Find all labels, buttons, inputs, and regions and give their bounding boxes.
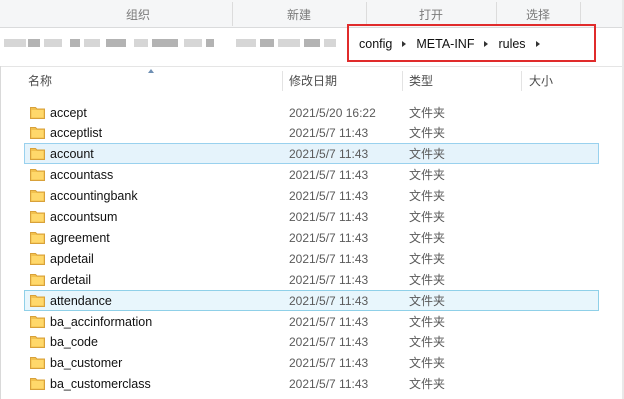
file-name: apdetail <box>50 251 94 266</box>
breadcrumb-meta-inf[interactable]: META-INF <box>412 37 478 51</box>
file-row[interactable]: agreement 2021/5/7 11:43 文件夹 <box>24 227 599 248</box>
chevron-right-icon[interactable] <box>484 41 489 47</box>
file-type: 文件夹 <box>409 230 446 245</box>
ribbon-separator <box>366 2 367 26</box>
file-row[interactable]: accountsum 2021/5/7 11:43 文件夹 <box>24 206 599 227</box>
folder-icon <box>30 210 45 223</box>
folder-icon <box>30 189 45 203</box>
ribbon-separator <box>580 2 581 26</box>
file-row[interactable]: accountingbank 2021/5/7 11:43 文件夹 <box>24 185 599 206</box>
column-name[interactable]: 名称 <box>28 67 52 95</box>
file-name: ba_accinformation <box>50 314 153 329</box>
file-modified-date: 2021/5/7 11:43 <box>289 377 369 392</box>
file-row[interactable]: acceptlist 2021/5/7 11:43 文件夹 <box>24 122 599 143</box>
file-modified-date: 2021/5/7 11:43 <box>289 314 369 329</box>
file-row[interactable]: attendance 2021/5/7 11:43 文件夹 <box>24 289 599 311</box>
file-name: ba_code <box>50 335 98 350</box>
folder-icon <box>30 356 45 370</box>
folder-icon <box>30 273 45 286</box>
file-modified-date: 2021/5/7 11:43 <box>289 210 369 224</box>
file-modified-date: 2021/5/7 11:43 <box>289 251 369 266</box>
file-modified-date: 2021/5/7 11:43 <box>289 126 369 141</box>
file-modified-date: 2021/5/7 11:43 <box>289 230 369 245</box>
file-type: 文件夹 <box>409 147 446 162</box>
nav-pane-edge <box>0 66 1 399</box>
chevron-right-icon[interactable] <box>535 41 540 47</box>
file-row[interactable]: ba_accinformation 2021/5/7 11:43 文件夹 <box>24 311 599 332</box>
folder-icon <box>30 147 45 161</box>
file-row[interactable]: ba_code 2021/5/7 11:43 文件夹 <box>24 331 599 352</box>
column-separator[interactable] <box>282 71 283 91</box>
file-modified-date: 2021/5/20 16:22 <box>289 105 376 120</box>
file-name: ardetail <box>50 272 91 287</box>
file-type: 文件夹 <box>409 189 446 204</box>
sort-ascending-icon <box>148 69 154 73</box>
file-type: 文件夹 <box>409 272 446 287</box>
ribbon-group-new[interactable]: 新建 <box>234 0 364 28</box>
file-modified-date: 2021/5/7 11:43 <box>289 168 369 183</box>
file-row[interactable]: accept 2021/5/20 16:22 文件夹 <box>24 102 599 123</box>
file-name: accountingbank <box>50 189 138 204</box>
file-name: ba_customer <box>50 356 123 371</box>
ribbon-separator <box>496 2 497 26</box>
column-modified[interactable]: 修改日期 <box>289 67 337 95</box>
column-header: 名称 修改日期 类型 大小 <box>0 66 624 94</box>
file-type: 文件夹 <box>409 356 446 371</box>
folder-icon <box>30 315 45 328</box>
file-name: accountsum <box>50 210 118 224</box>
chevron-right-icon[interactable] <box>402 41 407 47</box>
file-modified-date: 2021/5/7 11:43 <box>289 293 369 308</box>
file-modified-date: 2021/5/7 11:43 <box>289 335 369 350</box>
file-row[interactable]: apdetail 2021/5/7 11:43 文件夹 <box>24 248 599 269</box>
ribbon-group-organize[interactable]: 组织 <box>46 0 230 28</box>
column-separator[interactable] <box>402 71 403 91</box>
folder-icon <box>30 106 45 119</box>
breadcrumb: config META-INF rules <box>355 33 546 55</box>
folder-icon <box>30 252 45 265</box>
folder-icon <box>30 126 45 140</box>
file-type: 文件夹 <box>409 251 446 266</box>
column-size[interactable]: 大小 <box>529 67 553 95</box>
file-modified-date: 2021/5/7 11:43 <box>289 147 369 162</box>
file-name: accountass <box>50 168 114 183</box>
file-row[interactable]: ba_customerclass 2021/5/7 11:43 文件夹 <box>24 373 599 394</box>
folder-icon <box>30 294 45 307</box>
file-type: 文件夹 <box>409 105 446 120</box>
file-modified-date: 2021/5/7 11:43 <box>289 189 369 204</box>
folder-icon <box>30 335 45 349</box>
folder-icon <box>30 168 45 182</box>
file-name: attendance <box>50 293 112 308</box>
folder-icon <box>30 377 45 391</box>
file-type: 文件夹 <box>409 210 446 224</box>
file-type: 文件夹 <box>409 314 446 329</box>
breadcrumb-rules[interactable]: rules <box>494 37 529 51</box>
file-name: ba_customerclass <box>50 377 151 392</box>
file-row[interactable]: ba_customer 2021/5/7 11:43 文件夹 <box>24 352 599 373</box>
file-type: 文件夹 <box>409 168 446 183</box>
file-name: accept <box>50 105 87 120</box>
file-row[interactable]: ardetail 2021/5/7 11:43 文件夹 <box>24 269 599 290</box>
column-separator[interactable] <box>521 71 522 91</box>
folder-icon <box>30 231 45 244</box>
ribbon-separator <box>232 2 233 26</box>
column-type[interactable]: 类型 <box>409 67 433 95</box>
file-name: account <box>50 147 94 162</box>
file-name: acceptlist <box>50 126 103 141</box>
file-name: agreement <box>50 230 110 245</box>
file-type: 文件夹 <box>409 377 446 392</box>
file-row[interactable]: accountass 2021/5/7 11:43 文件夹 <box>24 164 599 185</box>
file-modified-date: 2021/5/7 11:43 <box>289 356 369 371</box>
file-modified-date: 2021/5/7 11:43 <box>289 272 369 287</box>
file-type: 文件夹 <box>409 293 446 308</box>
file-type: 文件夹 <box>409 126 446 141</box>
breadcrumb-config[interactable]: config <box>355 37 396 51</box>
file-type: 文件夹 <box>409 335 446 350</box>
file-row[interactable]: account 2021/5/7 11:43 文件夹 <box>24 143 599 165</box>
